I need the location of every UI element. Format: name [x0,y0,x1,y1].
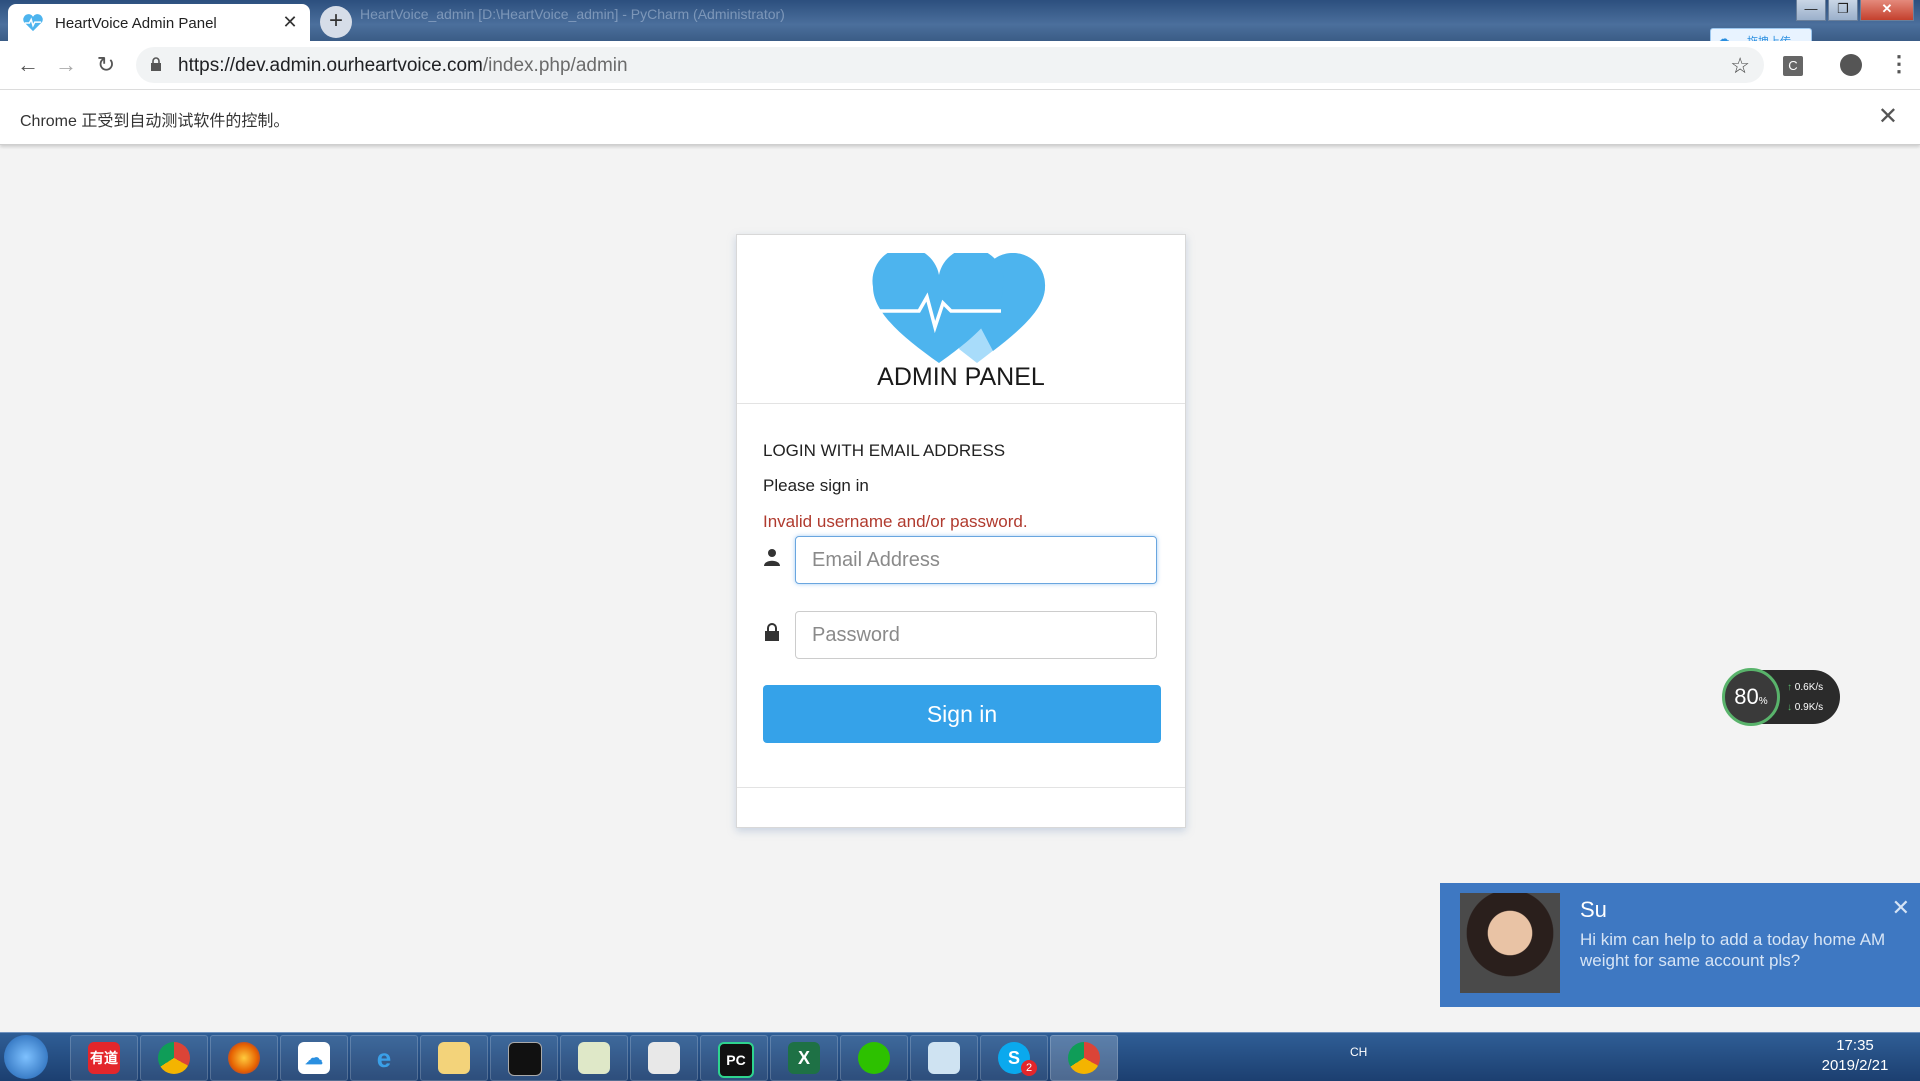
pycharm-label: PC [718,1042,754,1078]
user-icon [764,549,780,566]
infobar-close-icon[interactable]: ✕ [1878,102,1898,131]
avatar [1460,893,1560,993]
tab-strip: HeartVoice_admin [D:\HeartVoice_admin] -… [0,0,1920,41]
wechat-icon[interactable] [840,1035,908,1081]
cpu-percent-unit: % [1758,696,1768,707]
youdao-icon[interactable]: 有道 [70,1035,138,1081]
notebook-icon[interactable] [910,1035,978,1081]
url-path: /index.php/admin [482,55,628,76]
tab-title: HeartVoice Admin Panel [55,15,217,32]
download-speed-value: 0.9 [1794,702,1809,713]
login-heading: LOGIN WITH EMAIL ADDRESS [763,441,1006,460]
download-speed: ↓ 0.9K/s [1787,702,1823,713]
automation-infobar: Chrome 正受到自动测试软件的控制。 ✕ [0,90,1920,145]
cpu-percent-value: 80 [1734,684,1759,709]
login-error-message: Invalid username and/or password. [763,512,1028,531]
url-host: https://dev.admin.ourheartvoice.com [178,55,483,76]
download-speed-unit: K/s [1808,702,1824,713]
bookmark-star-icon[interactable]: ☆ [1730,53,1750,79]
chrome-active-icon[interactable] [1050,1035,1118,1081]
window-close-button[interactable]: ✕ [1860,0,1914,21]
infobar-message: Chrome 正受到自动测试软件的控制。 [20,113,290,130]
upload-speed-unit: K/s [1808,682,1824,693]
reload-icon[interactable]: ↻ [94,53,118,77]
taskbar: 有道 ☁ e PC X S2 CH 17:35 2019/2/21 [0,1032,1920,1081]
login-card: ADMIN PANEL LOGIN WITH EMAIL ADDRESS Ple… [736,234,1186,828]
login-subheading: Please sign in [763,476,869,495]
chrome-icon[interactable] [140,1035,208,1081]
baidu-netdisk-icon[interactable]: ☁ [280,1035,348,1081]
notification-sender: Su [1580,897,1607,922]
pycharm-icon[interactable]: PC [700,1035,768,1081]
system-tray-language[interactable]: CH [1350,1045,1367,1059]
notification-close-icon[interactable]: ✕ [1892,895,1910,921]
taskbar-clock[interactable]: 17:35 2019/2/21 [1800,1036,1910,1076]
browser-toolbar: ← → ↻ https://dev.admin.ourheartvoice.co… [0,41,1920,90]
lock-icon [765,623,779,641]
youdao-label: 有道 [88,1042,120,1074]
forward-arrow-icon[interactable]: → [54,53,78,77]
back-arrow-icon[interactable]: ← [16,53,40,77]
cmd-icon[interactable] [490,1035,558,1081]
download-arrow-icon: ↓ [1787,702,1792,713]
extension-c-icon[interactable]: C [1783,56,1803,76]
notification-message: Hi kim can help to add a today home AM w… [1580,930,1886,970]
network-speed-widget[interactable]: 80% ↑ 0.6K/s ↓ 0.9K/s [1722,668,1840,726]
excel-label: X [788,1042,820,1074]
account-avatar-icon[interactable] [1840,54,1862,76]
panel-title: ADMIN PANEL [877,363,1045,391]
sign-in-button[interactable]: Sign in [763,685,1161,743]
new-tab-button[interactable]: + [320,6,352,38]
kebab-menu-icon[interactable]: ⋮ [1888,51,1910,77]
heartvoice-logo-icon [871,253,1046,363]
cpu-percent-gauge: 80% [1722,668,1780,726]
upload-speed: ↑ 0.6K/s [1787,682,1823,693]
background-window-title: HeartVoice_admin [D:\HeartVoice_admin] -… [360,6,785,22]
skype-badge: 2 [1021,1060,1037,1076]
url-text: https://dev.admin.ourheartvoice.com/inde… [178,55,628,77]
card-header: ADMIN PANEL [737,235,1185,404]
chat-notification[interactable]: Su Hi kim can help to add a today home A… [1440,883,1920,1007]
kindle-icon[interactable] [630,1035,698,1081]
password-field[interactable] [795,611,1157,659]
heart-favicon-icon [23,14,43,32]
notepad-icon[interactable] [560,1035,628,1081]
maximize-button[interactable]: ❐ [1828,0,1858,21]
upload-arrow-icon: ↑ [1787,682,1792,693]
lock-icon [151,57,161,71]
explorer-icon[interactable] [420,1035,488,1081]
excel-icon[interactable]: X [770,1035,838,1081]
minimize-button[interactable]: — [1796,0,1826,21]
skype-icon[interactable]: S2 [980,1035,1048,1081]
window-controls: — ❐ ✕ [1796,0,1914,22]
start-icon[interactable] [4,1035,48,1079]
clock-date: 2019/2/21 [1821,1057,1889,1074]
tab-close-icon[interactable]: ✕ [280,12,300,33]
tab-heartvoice[interactable]: HeartVoice Admin Panel ✕ [8,4,310,41]
upload-speed-value: 0.6 [1794,682,1809,693]
clock-time: 17:35 [1836,1037,1874,1054]
ie-icon[interactable]: e [350,1035,418,1081]
address-bar[interactable]: https://dev.admin.ourheartvoice.com/inde… [136,47,1764,83]
card-footer-divider [737,787,1185,788]
firefox-icon[interactable] [210,1035,278,1081]
email-field[interactable] [795,536,1157,584]
